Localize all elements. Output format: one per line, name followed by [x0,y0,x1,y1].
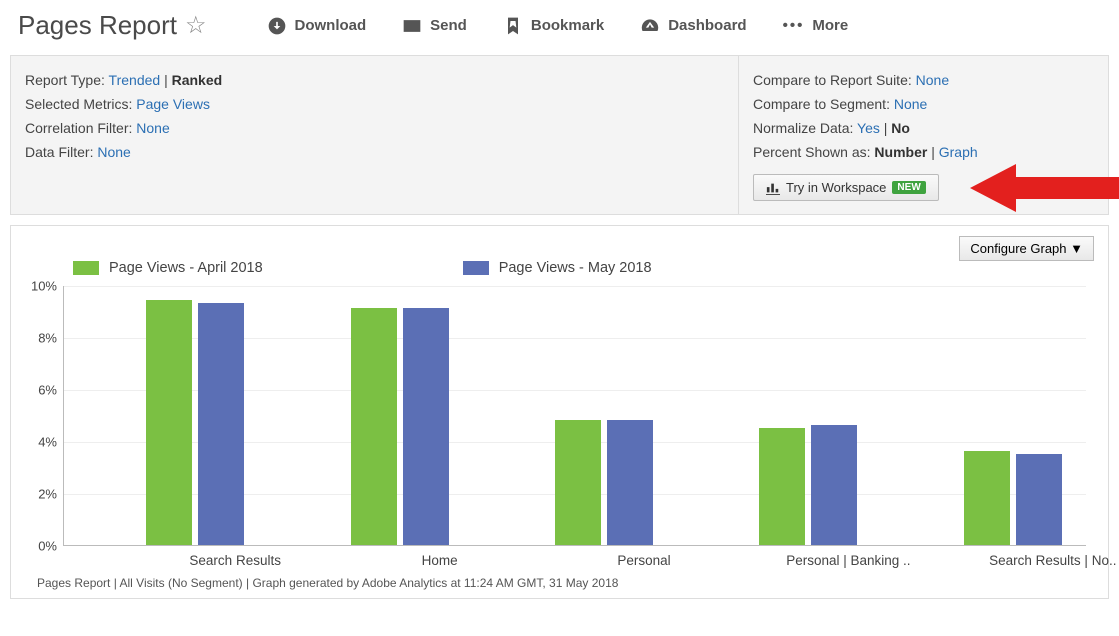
report-type-trended-link[interactable]: Trended [109,72,161,88]
selected-metrics-link[interactable]: Page Views [136,96,210,112]
send-label: Send [430,17,467,34]
report-type-row: Report Type: Trended | Ranked [25,68,724,92]
more-label: More [812,17,848,34]
legend-item-may[interactable]: Page Views - May 2018 [463,260,652,276]
compare-segment-row: Compare to Segment: None [753,92,1094,116]
bar-group [351,308,451,545]
bar[interactable] [403,308,449,545]
selected-metrics-row: Selected Metrics: Page Views [25,92,724,116]
bar[interactable] [811,425,857,545]
x-label: Personal [617,553,670,568]
more-button[interactable]: ••• More [783,16,849,36]
swatch-blue [463,261,489,275]
y-tick: 0% [38,538,57,553]
selected-metrics-label: Selected Metrics: [25,96,132,112]
correlation-filter-label: Correlation Filter: [25,120,132,136]
chart-footnote: Pages Report | All Visits (No Segment) |… [23,566,1096,592]
percent-number[interactable]: Number [874,144,927,160]
bar[interactable] [759,428,805,545]
bar[interactable] [351,308,397,545]
workspace-icon [766,181,780,195]
y-axis: 0%2%4%6%8%10% [23,286,63,546]
configure-graph-button[interactable]: Configure Graph ▼ [959,236,1094,261]
x-label: Personal | Banking .. [786,553,910,568]
y-tick: 4% [38,434,57,449]
new-badge: NEW [892,181,925,194]
percent-label: Percent Shown as: [753,144,871,160]
bookmark-label: Bookmark [531,17,604,34]
data-filter-label: Data Filter: [25,144,93,160]
report-type-label: Report Type: [25,72,105,88]
config-left: Report Type: Trended | Ranked Selected M… [11,56,738,214]
dashboard-label: Dashboard [668,17,746,34]
legend-item-april[interactable]: Page Views - April 2018 [73,260,263,276]
bar-group [555,420,655,545]
config-bar: Report Type: Trended | Ranked Selected M… [10,55,1109,215]
bookmark-button[interactable]: Bookmark [503,16,604,36]
config-right: Compare to Report Suite: None Compare to… [738,56,1108,214]
x-label: Search Results [189,553,281,568]
data-filter-row: Data Filter: None [25,140,724,164]
y-tick: 8% [38,330,57,345]
bar-chart: 0%2%4%6%8%10% Search ResultsHomePersonal… [63,286,1086,566]
bar[interactable] [146,300,192,544]
bar-group [146,300,246,544]
report-toolbar: Download Send Bookmark Dashboard ••• Mor… [267,16,849,36]
chart-panel: Configure Graph ▼ Page Views - April 201… [10,225,1109,599]
normalize-label: Normalize Data: [753,120,853,136]
more-dots-icon: ••• [783,17,805,34]
percent-graph-link[interactable]: Graph [939,144,978,160]
bar[interactable] [198,303,244,545]
download-icon [267,16,287,36]
gauge-icon [640,16,660,36]
normalize-yes-link[interactable]: Yes [857,120,880,136]
compare-suite-label: Compare to Report Suite: [753,72,912,88]
normalize-row: Normalize Data: Yes | No [753,116,1094,140]
download-button[interactable]: Download [267,16,367,36]
normalize-no[interactable]: No [891,120,910,136]
swatch-green [73,261,99,275]
dashboard-button[interactable]: Dashboard [640,16,746,36]
compare-suite-row: Compare to Report Suite: None [753,68,1094,92]
workspace-btn-label: Try in Workspace [786,180,886,195]
compare-segment-label: Compare to Segment: [753,96,890,112]
report-type-ranked[interactable]: Ranked [172,72,223,88]
bar[interactable] [1016,454,1062,545]
separator: | [931,144,939,160]
correlation-filter-link[interactable]: None [136,120,169,136]
chart-legend: Page Views - April 2018 Page Views - May… [23,244,1096,286]
bookmark-icon [503,16,523,36]
y-tick: 10% [31,278,57,293]
send-button[interactable]: Send [402,16,467,36]
y-tick: 2% [38,486,57,501]
bar-group [759,425,859,545]
download-label: Download [295,17,367,34]
x-label: Search Results | No.. [989,553,1116,568]
percent-row: Percent Shown as: Number | Graph [753,140,1094,164]
plot-area [63,286,1086,546]
data-filter-link[interactable]: None [97,144,130,160]
compare-segment-link[interactable]: None [894,96,927,112]
page-title: Pages Report [18,10,177,41]
mail-icon [402,16,422,36]
try-in-workspace-button[interactable]: Try in Workspace NEW [753,174,939,201]
bar-group [964,451,1064,545]
x-label: Home [422,553,458,568]
bar[interactable] [607,420,653,545]
legend-label-b: Page Views - May 2018 [499,260,652,276]
favorite-star-icon[interactable]: ☆ [185,11,207,40]
page-header: Pages Report ☆ Download Send Bookmark Da… [0,0,1119,55]
bar[interactable] [555,420,601,545]
legend-label-a: Page Views - April 2018 [109,260,263,276]
y-tick: 6% [38,382,57,397]
bar[interactable] [964,451,1010,545]
separator: | [164,72,172,88]
compare-suite-link[interactable]: None [916,72,949,88]
correlation-filter-row: Correlation Filter: None [25,116,724,140]
